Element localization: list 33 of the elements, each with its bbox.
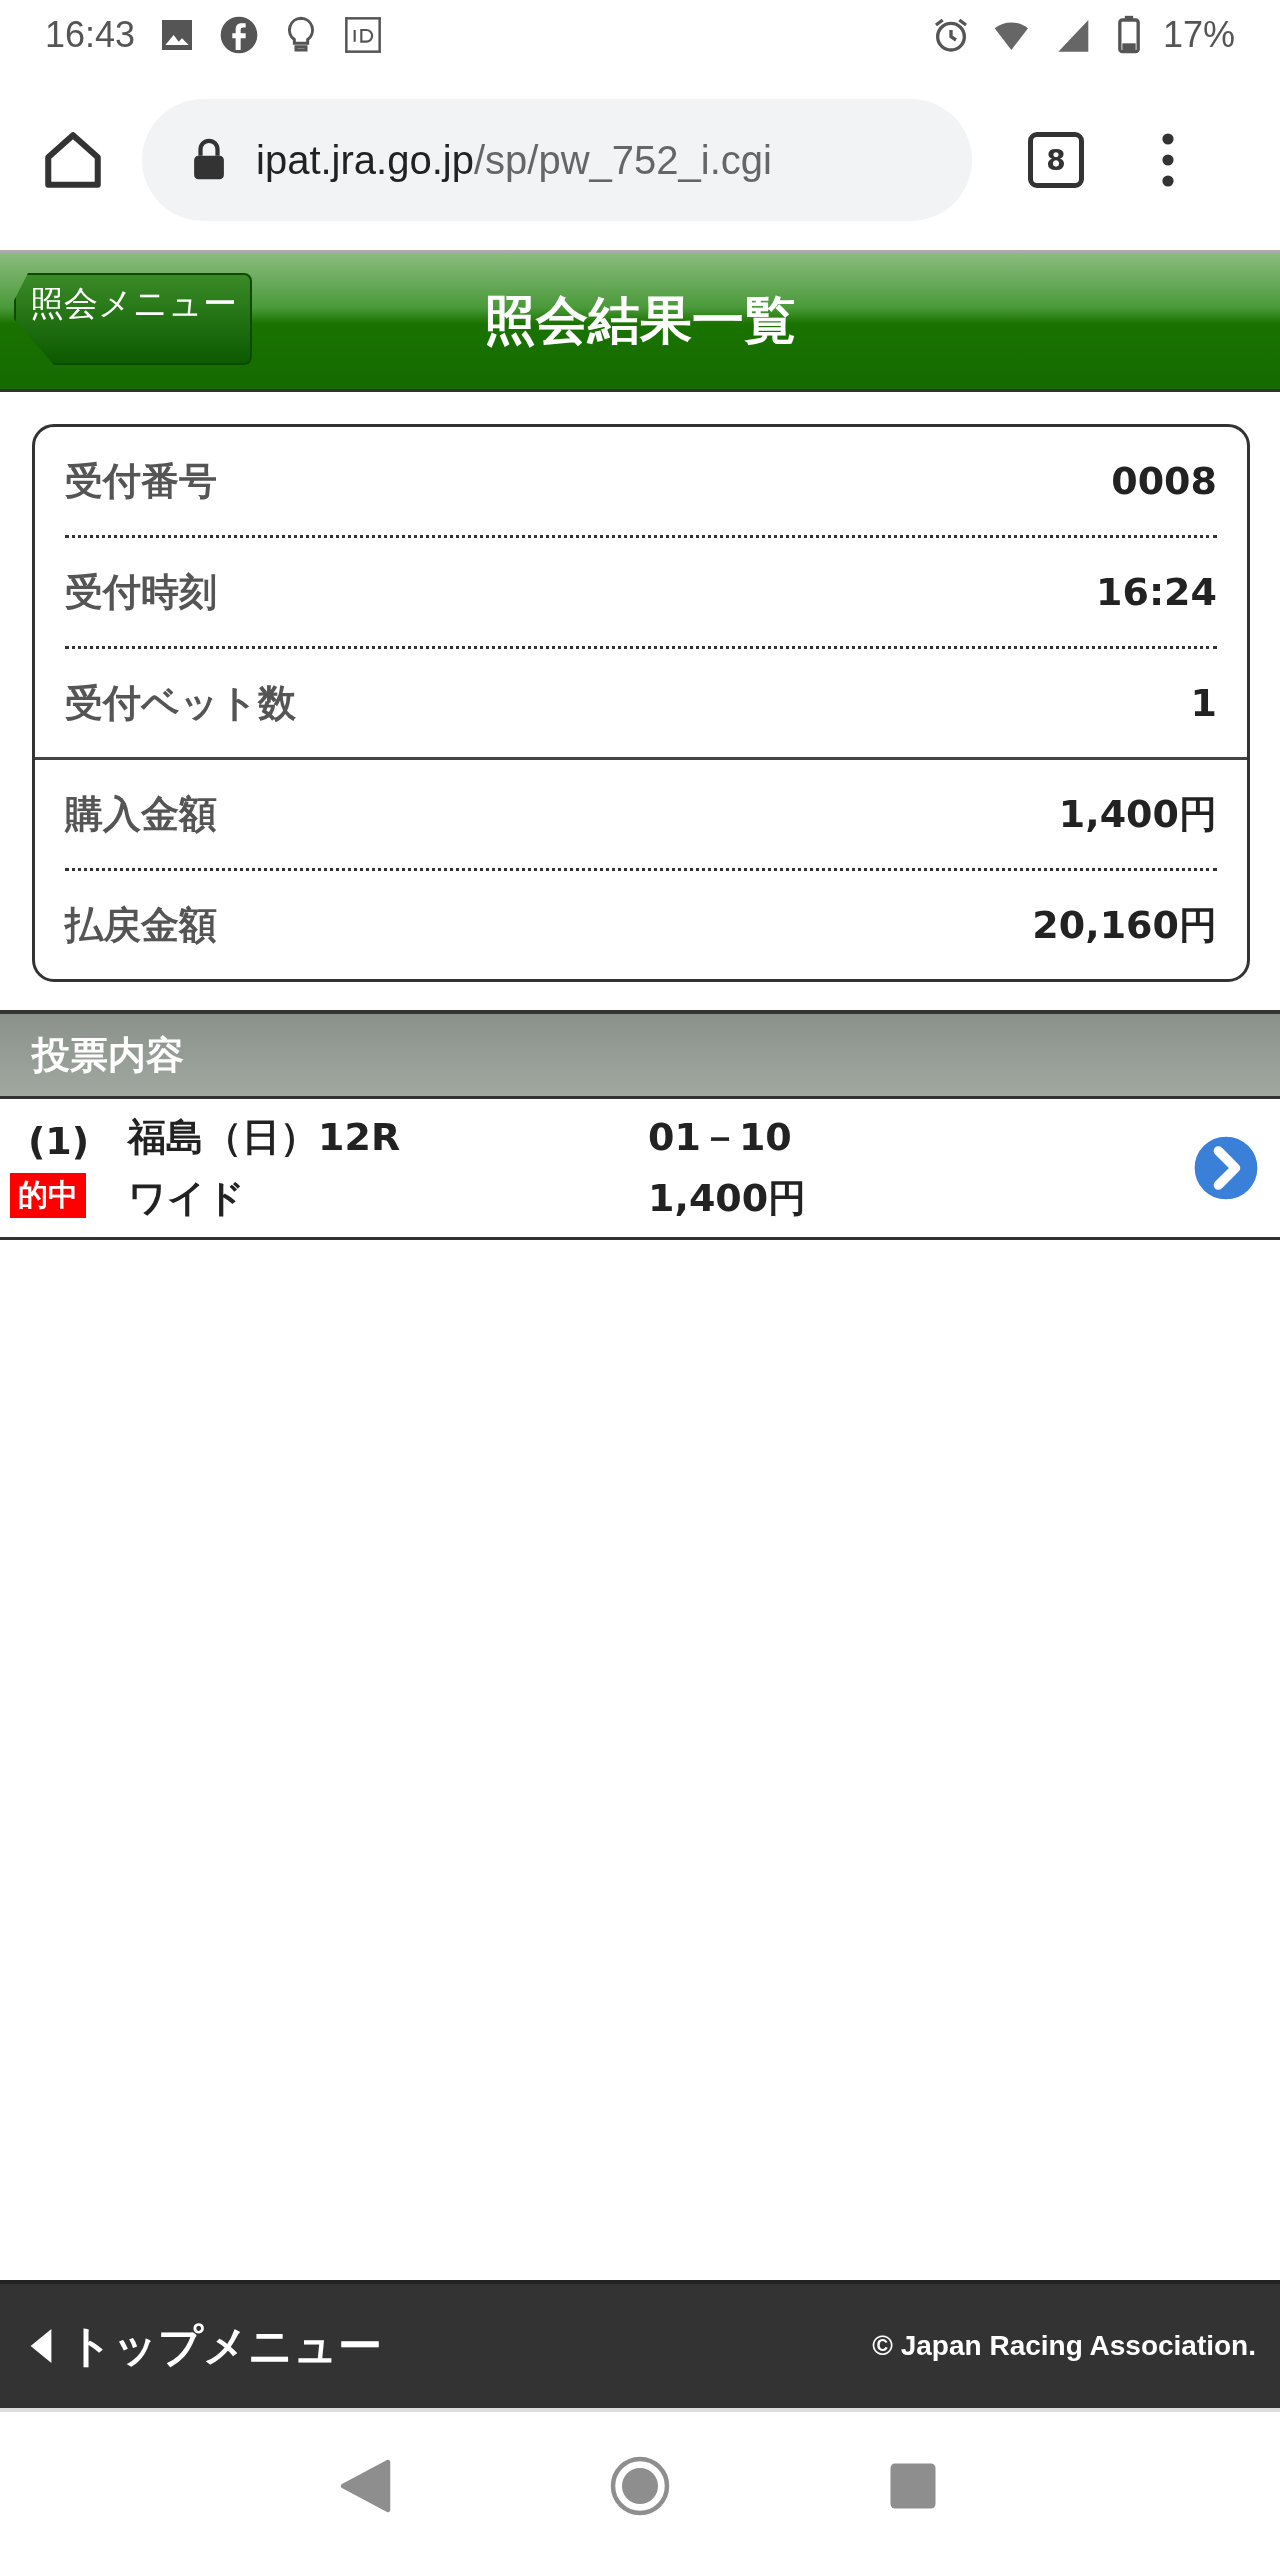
url-text: ipat.jra.go.jp/sp/pw_752_i.cgi (256, 137, 772, 183)
horse-combination: 01－10 (648, 1114, 793, 1161)
summary-value: 1 (1190, 681, 1217, 725)
back-button[interactable]: 照会メニュー (14, 273, 252, 365)
summary-value: 0008 (1111, 459, 1217, 503)
menu-icon[interactable] (1160, 132, 1176, 188)
tab-count-button[interactable]: 8 (1028, 132, 1084, 188)
summary-label: 受付時刻 (65, 568, 217, 616)
bet-number: (1) (27, 1118, 90, 1163)
home-button-icon[interactable] (610, 2456, 670, 2516)
section-title: 投票内容 (32, 1031, 184, 1079)
lock-icon (192, 138, 226, 182)
summary-label: 受付番号 (65, 457, 217, 505)
summary-value: 16:24 (1096, 570, 1217, 614)
bet-amount: 1,400円 (648, 1175, 808, 1222)
copyright-text: © Japan Racing Association. (872, 2330, 1256, 2362)
summary-value: 1,400円 (1058, 790, 1217, 838)
summary-label: 払戻金額 (65, 901, 217, 949)
summary-label: 購入金額 (65, 790, 217, 838)
address-bar[interactable]: ipat.jra.go.jp/sp/pw_752_i.cgi (142, 99, 972, 221)
id-icon (343, 15, 384, 55)
hit-badge: 的中 (10, 1172, 86, 1218)
top-menu-link[interactable]: トップメニュー (28, 2316, 382, 2376)
page-title: 照会結果一覧 (484, 289, 796, 352)
status-time: 16:43 (45, 14, 136, 56)
summary-value: 20,160円 (1032, 901, 1217, 949)
facebook-icon (219, 15, 260, 55)
battery-icon (1116, 15, 1141, 55)
bet-row[interactable]: (1) 的中 福島（日）12R ワイド 01－10 1,400円 (0, 1099, 1280, 1240)
race-name: 福島（日）12R (128, 1114, 402, 1161)
bet-type: ワイド (128, 1175, 246, 1222)
battery-level: 17% (1162, 14, 1235, 56)
summary-label: 受付ベット数 (65, 679, 296, 727)
